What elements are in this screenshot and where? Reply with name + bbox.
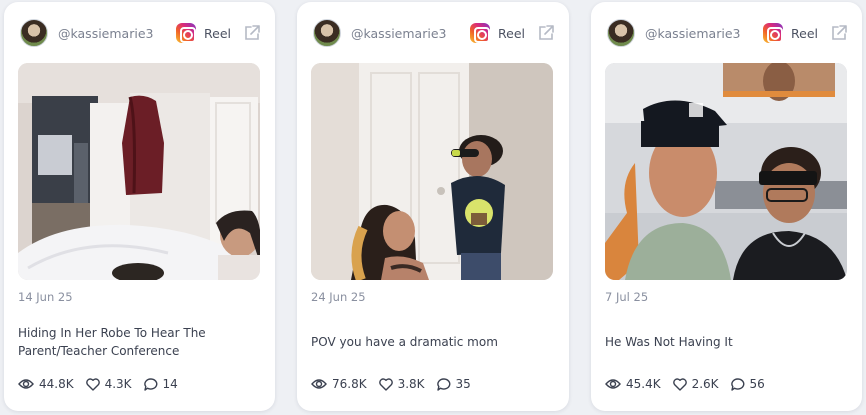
views-stat: 45.4K bbox=[605, 377, 661, 391]
instagram-icon bbox=[176, 23, 197, 43]
likes-count: 2.6K bbox=[691, 377, 719, 391]
post-date: 24 Jun 25 bbox=[311, 290, 366, 304]
card-header: @kassiemarie3 Reel bbox=[607, 16, 848, 50]
likes-stat: 2.6K bbox=[672, 377, 719, 391]
comment-icon bbox=[436, 377, 450, 391]
instagram-icon bbox=[470, 23, 491, 43]
eye-icon bbox=[605, 379, 621, 389]
card-header: @kassiemarie3 Reel bbox=[20, 16, 261, 50]
views-count: 44.8K bbox=[39, 377, 74, 391]
comments-count: 14 bbox=[162, 377, 178, 391]
views-stat: 44.8K bbox=[18, 377, 74, 391]
views-count: 76.8K bbox=[332, 377, 367, 391]
post-card[interactable]: @kassiemarie3 Reel bbox=[591, 2, 862, 411]
username[interactable]: @kassiemarie3 bbox=[58, 26, 176, 41]
username[interactable]: @kassiemarie3 bbox=[351, 26, 470, 41]
external-link-icon[interactable] bbox=[537, 24, 555, 42]
card-header: @kassiemarie3 Reel bbox=[313, 16, 555, 50]
avatar bbox=[607, 19, 635, 47]
views-count: 45.4K bbox=[626, 377, 661, 391]
post-type-label: Reel bbox=[498, 25, 525, 41]
comments-stat: 14 bbox=[143, 377, 178, 391]
avatar bbox=[313, 19, 341, 47]
comment-icon bbox=[730, 377, 744, 391]
likes-stat: 3.8K bbox=[378, 377, 425, 391]
post-type-label: Reel bbox=[204, 25, 231, 41]
username[interactable]: @kassiemarie3 bbox=[645, 26, 763, 41]
comments-stat: 35 bbox=[436, 377, 471, 391]
post-card[interactable]: @kassiemarie3 Reel bbox=[297, 2, 569, 411]
stats-row: 76.8K 3.8K 35 bbox=[311, 377, 483, 391]
views-stat: 76.8K bbox=[311, 377, 367, 391]
video-thumbnail[interactable] bbox=[18, 63, 260, 280]
external-link-icon[interactable] bbox=[243, 24, 261, 42]
stats-row: 45.4K 2.6K 56 bbox=[605, 377, 777, 391]
likes-count: 4.3K bbox=[104, 377, 132, 391]
post-caption: Hiding In Her Robe To Hear The Parent/Te… bbox=[18, 326, 206, 358]
instagram-icon bbox=[763, 23, 784, 43]
stats-row: 44.8K 4.3K 14 bbox=[18, 377, 190, 391]
comments-count: 56 bbox=[749, 377, 765, 391]
heart-icon bbox=[85, 377, 100, 391]
post-caption: POV you have a dramatic mom bbox=[311, 335, 498, 349]
post-card[interactable]: @kassiemarie3 Reel bbox=[4, 2, 275, 411]
video-thumbnail[interactable] bbox=[605, 63, 847, 280]
external-link-icon[interactable] bbox=[830, 24, 848, 42]
heart-icon bbox=[378, 377, 393, 391]
post-date: 7 Jul 25 bbox=[605, 290, 649, 304]
heart-icon bbox=[672, 377, 687, 391]
post-caption: He Was Not Having It bbox=[605, 335, 733, 349]
eye-icon bbox=[18, 379, 34, 389]
post-type-label: Reel bbox=[791, 25, 818, 41]
comments-count: 35 bbox=[455, 377, 471, 391]
avatar bbox=[20, 19, 48, 47]
eye-icon bbox=[311, 379, 327, 389]
comment-icon bbox=[143, 377, 157, 391]
video-thumbnail[interactable] bbox=[311, 63, 553, 280]
post-date: 14 Jun 25 bbox=[18, 290, 73, 304]
comments-stat: 56 bbox=[730, 377, 765, 391]
likes-stat: 4.3K bbox=[85, 377, 132, 391]
likes-count: 3.8K bbox=[397, 377, 425, 391]
